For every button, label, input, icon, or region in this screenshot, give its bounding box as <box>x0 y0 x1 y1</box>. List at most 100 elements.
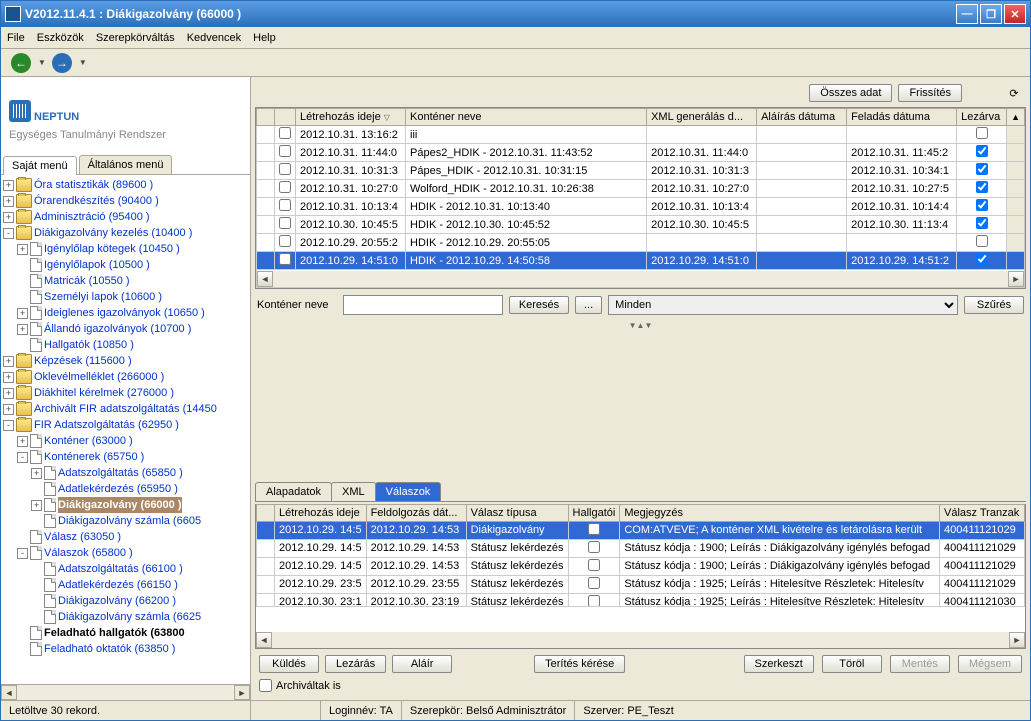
refresh-icon[interactable]: ⟳ <box>1004 83 1024 103</box>
col-kontener-neve[interactable]: Konténer neve <box>406 109 647 126</box>
tree-node[interactable]: -Válaszok (65800 ) <box>3 545 248 561</box>
grid1-hscrollbar[interactable]: ◄ ► <box>257 271 1024 287</box>
table-row[interactable]: 2012.10.30. 23:12012.10.30. 23:19Státusz… <box>257 593 1025 606</box>
tree-node[interactable]: +Órarendkészítés (90400 ) <box>3 193 248 209</box>
expand-icon[interactable]: + <box>17 244 28 255</box>
tree-node[interactable]: +Diákhitel kérelmek (276000 ) <box>3 385 248 401</box>
forward-dropdown[interactable]: ▼ <box>79 58 87 67</box>
lezarva-checkbox[interactable] <box>976 145 988 157</box>
tree-node[interactable]: +Adminisztráció (95400 ) <box>3 209 248 225</box>
table-row[interactable]: 2012.10.29. 23:52012.10.29. 23:55Státusz… <box>257 575 1025 593</box>
tree-node[interactable]: +Konténer (63000 ) <box>3 433 248 449</box>
tree-node[interactable]: +Igénylőlap kötegek (10450 ) <box>3 241 248 257</box>
col-lezarva[interactable]: Lezárva <box>957 109 1007 126</box>
col2-megjegyzes[interactable]: Megjegyzés <box>620 504 940 521</box>
expand-icon[interactable]: + <box>3 404 14 415</box>
expand-icon[interactable]: + <box>3 388 14 399</box>
tree-node[interactable]: +Archivált FIR adatszolgáltatás (14450 <box>3 401 248 417</box>
tree-node[interactable]: -Diákigazolvány kezelés (10400 ) <box>3 225 248 241</box>
tree-node[interactable]: Adatszolgáltatás (66100 ) <box>3 561 248 577</box>
expand-icon[interactable]: - <box>17 548 28 559</box>
expand-icon[interactable]: + <box>3 196 14 207</box>
detail-grid[interactable]: Létrehozás ideje Feldolgozás dát... Vála… <box>255 504 1026 650</box>
szures-button[interactable]: Szűrés <box>964 296 1024 314</box>
grid2-hscrollbar[interactable]: ◄ ► <box>256 632 1025 648</box>
vscroll-up-icon[interactable]: ▲ <box>1007 109 1025 126</box>
tree-node[interactable]: +Oklevélmelléklet (266000 ) <box>3 369 248 385</box>
archivaltak-checkbox[interactable] <box>259 679 272 692</box>
row-checkbox[interactable] <box>279 163 291 175</box>
close-button[interactable]: ✕ <box>1004 4 1026 24</box>
table-row[interactable]: 2012.10.31. 13:16:2iii <box>257 126 1025 144</box>
col-feladas[interactable]: Feladás dátuma <box>847 109 957 126</box>
tree-node[interactable]: Feladható oktatók (63850 ) <box>3 641 248 657</box>
lezarva-checkbox[interactable] <box>976 217 988 229</box>
filter-select[interactable]: Minden <box>608 295 958 315</box>
table-row[interactable]: 2012.10.29. 20:55:2HDIK - 2012.10.29. 20… <box>257 234 1025 252</box>
scroll-left-icon[interactable]: ◄ <box>256 632 272 648</box>
tree-node[interactable]: Igénylőlapok (10500 ) <box>3 257 248 273</box>
row-checkbox[interactable] <box>279 199 291 211</box>
col2-letrehozas[interactable]: Létrehozás ideje <box>275 504 367 521</box>
nav-tree[interactable]: +Óra statisztikák (89600 )+Órarendkészít… <box>1 175 250 684</box>
menu-tools[interactable]: Eszközök <box>37 32 84 44</box>
tab-xml[interactable]: XML <box>331 482 376 501</box>
table-row[interactable]: 2012.10.31. 11:44:0Pápes2_HDIK - 2012.10… <box>257 144 1025 162</box>
tree-node[interactable]: Hallgatók (10850 ) <box>3 337 248 353</box>
expand-icon[interactable]: + <box>3 356 14 367</box>
tab-altalanos-menu[interactable]: Általános menü <box>79 155 173 174</box>
expand-icon[interactable]: + <box>17 324 28 335</box>
terites-button[interactable]: Terítés kérése <box>534 655 625 673</box>
row-checkbox[interactable] <box>279 217 291 229</box>
lezarva-checkbox[interactable] <box>976 127 988 139</box>
kereses-button[interactable]: Keresés <box>509 296 569 314</box>
tree-node[interactable]: +Óra statisztikák (89600 ) <box>3 177 248 193</box>
col-xml-gen[interactable]: XML generálás d... <box>647 109 757 126</box>
lezarva-checkbox[interactable] <box>976 199 988 211</box>
expand-icon[interactable]: - <box>3 228 14 239</box>
tree-node[interactable]: +Állandó igazolványok (10700 ) <box>3 321 248 337</box>
row-checkbox[interactable] <box>279 145 291 157</box>
alair-button[interactable]: Aláír <box>392 655 452 673</box>
lezarva-checkbox[interactable] <box>976 181 988 193</box>
scroll-left-icon[interactable]: ◄ <box>1 685 17 700</box>
expand-icon[interactable]: + <box>31 500 42 511</box>
scroll-right-icon[interactable]: ► <box>1008 271 1024 287</box>
splitter-handle[interactable]: ▼▲▼ <box>255 321 1026 331</box>
table-row[interactable]: 2012.10.29. 14:52012.10.29. 14:53Státusz… <box>257 539 1025 557</box>
frissites-button[interactable]: Frissítés <box>898 84 962 102</box>
tree-node[interactable]: Adatlekérdezés (65950 ) <box>3 481 248 497</box>
col-alairas[interactable]: Aláírás dátuma <box>757 109 847 126</box>
nav-forward-button[interactable]: → <box>48 52 76 74</box>
table-row[interactable]: 2012.10.30. 10:45:5HDIK - 2012.10.30. 10… <box>257 216 1025 234</box>
tab-sajat-menu[interactable]: Saját menü <box>3 156 77 175</box>
mentes-button[interactable]: Mentés <box>890 655 950 673</box>
hallgatoi-checkbox[interactable] <box>588 577 600 589</box>
expand-icon[interactable]: + <box>17 308 28 319</box>
tree-node[interactable]: Matricák (10550 ) <box>3 273 248 289</box>
expand-icon[interactable]: + <box>3 372 14 383</box>
menu-favorites[interactable]: Kedvencek <box>187 32 241 44</box>
maximize-button[interactable]: ❐ <box>980 4 1002 24</box>
szerkeszt-button[interactable]: Szerkeszt <box>744 655 814 673</box>
row-checkbox[interactable] <box>279 253 291 265</box>
hallgatoi-checkbox[interactable] <box>588 541 600 553</box>
back-dropdown[interactable]: ▼ <box>38 58 46 67</box>
expand-icon[interactable]: + <box>31 468 42 479</box>
tree-node[interactable]: +Adatszolgáltatás (65850 ) <box>3 465 248 481</box>
col2-feldolgozas[interactable]: Feldolgozás dát... <box>366 504 466 521</box>
titlebar[interactable]: V2012.11.4.1 : Diákigazolvány (66000 ) —… <box>1 1 1030 27</box>
table-row[interactable]: 2012.10.31. 10:13:4HDIK - 2012.10.31. 10… <box>257 198 1025 216</box>
expand-icon[interactable]: + <box>3 180 14 191</box>
tree-node[interactable]: Feladható hallgatók (63800 <box>3 625 248 641</box>
hallgatoi-checkbox[interactable] <box>588 523 600 535</box>
menu-help[interactable]: Help <box>253 32 276 44</box>
tree-node[interactable]: -Konténerek (65750 ) <box>3 449 248 465</box>
tree-node[interactable]: Személyi lapok (10600 ) <box>3 289 248 305</box>
osszes-adat-button[interactable]: Összes adat <box>809 84 892 102</box>
tree-node[interactable]: -FIR Adatszolgáltatás (62950 ) <box>3 417 248 433</box>
row-checkbox[interactable] <box>279 181 291 193</box>
expand-icon[interactable]: + <box>17 436 28 447</box>
torol-button[interactable]: Töröl <box>822 655 882 673</box>
tree-node[interactable]: +Képzések (115600 ) <box>3 353 248 369</box>
